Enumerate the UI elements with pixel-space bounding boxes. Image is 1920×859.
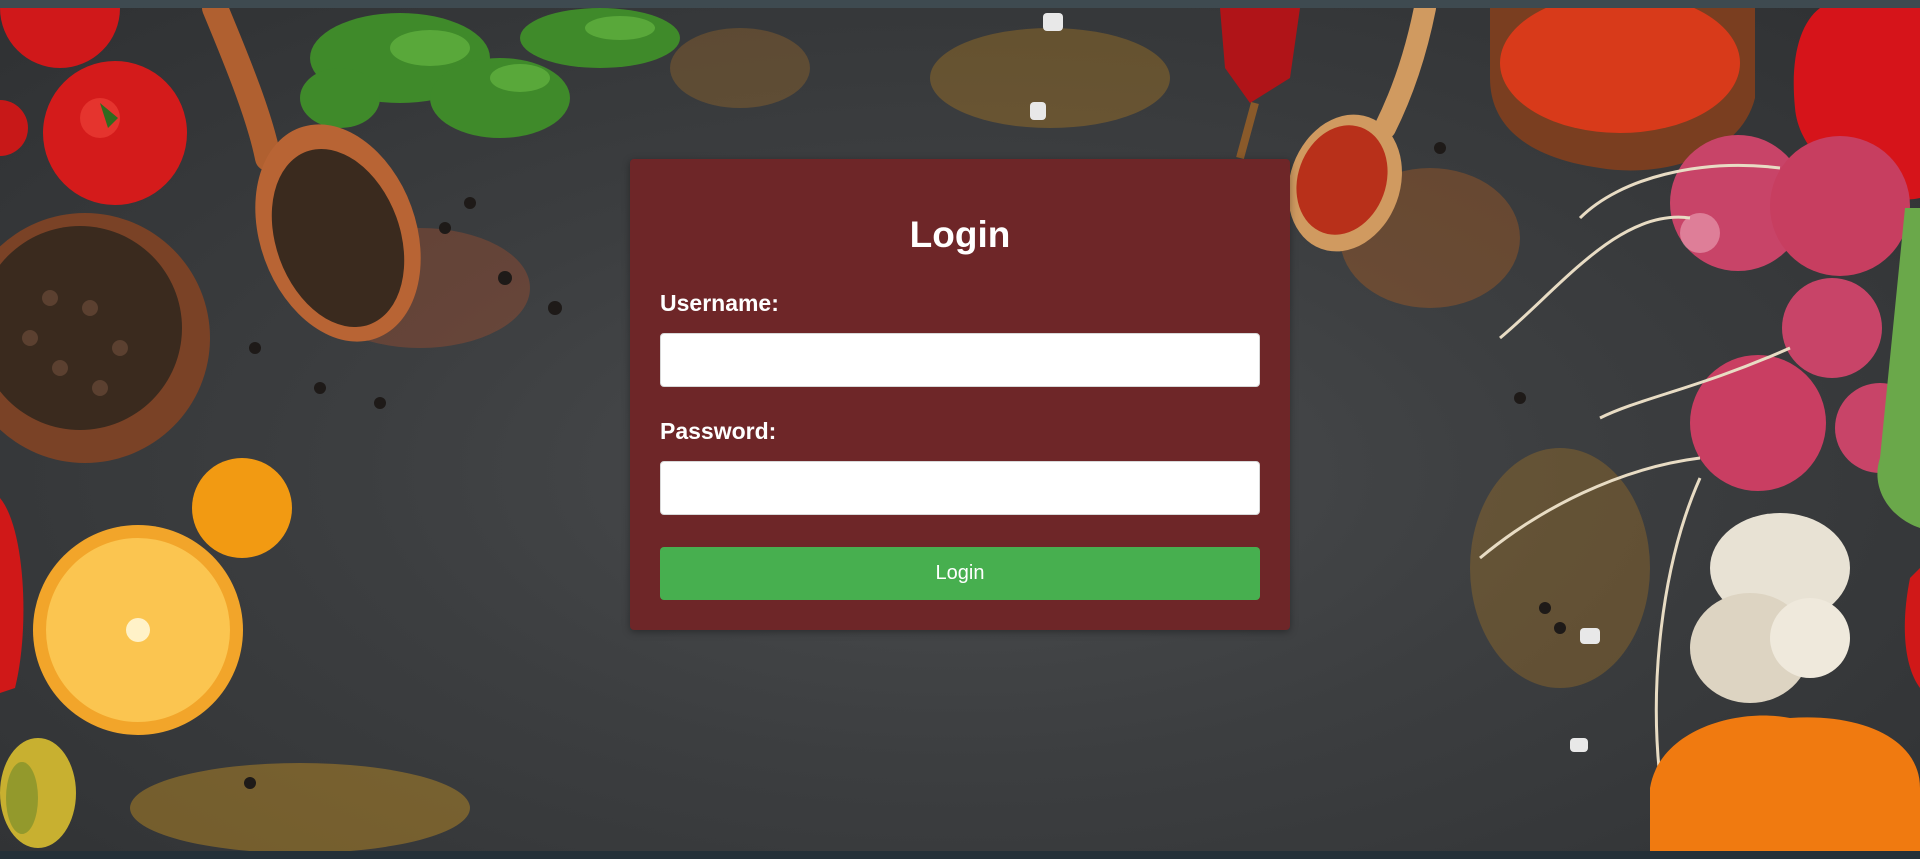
login-card: Login Username: Password: Login xyxy=(630,159,1290,630)
bottom-strip xyxy=(0,851,1920,859)
username-label: Username: xyxy=(660,290,779,316)
top-strip xyxy=(0,0,1920,8)
password-input[interactable] xyxy=(660,461,1260,515)
login-page: Login Username: Password: Login xyxy=(0,0,1920,859)
login-button[interactable]: Login xyxy=(660,547,1260,600)
login-title: Login xyxy=(909,214,1011,255)
password-label: Password: xyxy=(660,418,777,444)
username-input[interactable] xyxy=(660,333,1260,387)
